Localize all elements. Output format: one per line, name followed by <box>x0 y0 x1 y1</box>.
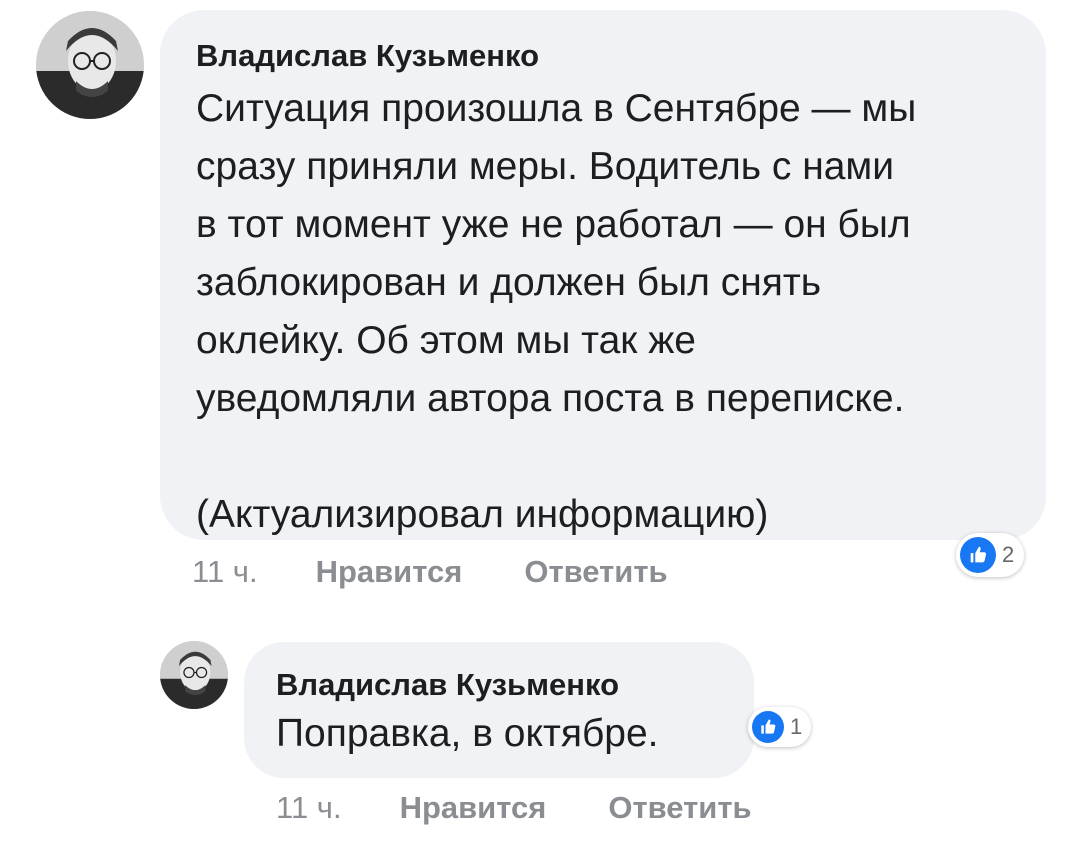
comment-author[interactable]: Владислав Кузьменко <box>196 38 539 74</box>
avatar-photo <box>160 641 228 709</box>
like-button[interactable]: Нравится <box>400 790 547 826</box>
comment-bubble: Владислав Кузьменко Ситуация произошла в… <box>160 10 1046 540</box>
avatar[interactable] <box>160 641 228 709</box>
avatar[interactable] <box>36 11 144 119</box>
reaction-count: 2 <box>1002 542 1015 567</box>
like-icon <box>960 537 996 573</box>
like-button[interactable]: Нравится <box>316 554 463 590</box>
comment-actions: 11 ч. Нравится Ответить <box>192 554 668 590</box>
comment-actions: 11 ч. Нравится Ответить <box>276 790 752 826</box>
reaction-count: 1 <box>790 714 803 739</box>
reply-button[interactable]: Ответить <box>524 554 667 590</box>
reaction-summary[interactable]: 2 <box>956 533 1025 577</box>
comment-time[interactable]: 11 ч. <box>192 554 258 590</box>
comment-bubble: Владислав Кузьменко Поправка, в октябре. <box>244 642 754 778</box>
comment-author[interactable]: Владислав Кузьменко <box>276 667 619 703</box>
comment-time[interactable]: 11 ч. <box>276 790 342 826</box>
reaction-summary[interactable]: 1 <box>748 707 812 747</box>
reply-button[interactable]: Ответить <box>608 790 751 826</box>
comment-text: Поправка, в октябре. <box>276 712 659 755</box>
like-icon <box>752 711 784 743</box>
comment-text: Ситуация произошла в Сентябре — мы сразу… <box>196 87 917 536</box>
avatar-photo <box>36 11 144 119</box>
